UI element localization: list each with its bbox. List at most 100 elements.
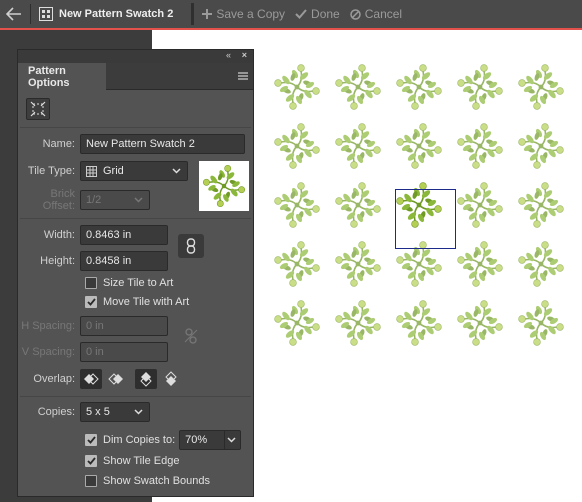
height-field[interactable]: 0.8458 in <box>80 251 168 271</box>
checkmark-icon <box>86 457 96 465</box>
copies-label: Copies: <box>37 406 75 418</box>
checkmark-icon <box>86 298 96 306</box>
brick-offset-label: Brick Offset: <box>42 188 75 212</box>
done-label: Done <box>311 7 340 21</box>
size-tile-label: Size Tile to Art <box>103 277 174 289</box>
overlap-right-in-front-button[interactable] <box>105 369 127 389</box>
pattern-tile-copy <box>514 119 568 173</box>
plus-icon <box>202 9 213 19</box>
overlap-left-icon <box>84 373 99 385</box>
pattern-tile-copy <box>331 296 385 350</box>
spacing-link-button[interactable] <box>183 328 199 344</box>
grid-icon <box>86 165 97 177</box>
h-spacing-field[interactable]: 0 in <box>80 316 168 336</box>
dim-copies-value: 70% <box>185 434 208 446</box>
pattern-tile-copy <box>453 119 507 173</box>
size-tile-checkbox[interactable]: Size Tile to Art <box>85 277 173 289</box>
save-a-copy-button[interactable]: Save a Copy <box>202 7 285 21</box>
brick-offset-dropdown[interactable]: 1/2 <box>80 190 150 210</box>
panel-titlebar[interactable]: « × <box>18 50 253 63</box>
pattern-tile-copy <box>514 60 568 114</box>
pattern-tile-edge[interactable] <box>395 189 456 249</box>
divider <box>20 396 251 397</box>
link-proportions-button[interactable] <box>178 234 204 258</box>
dim-copies-box[interactable] <box>85 434 97 446</box>
show-tile-edge-box[interactable] <box>85 455 97 467</box>
pattern-tile-copy <box>453 237 507 291</box>
v-spacing-field[interactable]: 0 in <box>80 342 168 362</box>
pattern-tile-tool-button[interactable] <box>26 98 50 120</box>
chevron-down-icon <box>134 197 143 203</box>
dim-copies-dropdown[interactable]: 70% <box>179 430 242 450</box>
overlap-top-in-front-button[interactable] <box>135 369 157 389</box>
overlap-top-icon <box>140 372 152 387</box>
show-swatch-bounds-box[interactable] <box>85 475 97 487</box>
tile-preview <box>199 161 249 211</box>
pattern-tile-copy <box>331 178 385 232</box>
divider <box>20 218 251 219</box>
v-spacing-label: V Spacing: <box>21 346 75 358</box>
pattern-tile-copy <box>453 296 507 350</box>
show-swatch-bounds-checkbox[interactable]: Show Swatch Bounds <box>85 475 210 487</box>
dim-copies-row: Dim Copies to: 70% <box>85 430 242 450</box>
move-tile-checkbox[interactable]: Move Tile with Art <box>85 296 189 308</box>
overlap-right-icon <box>108 373 123 385</box>
pattern-editing-bar: New Pattern Swatch 2 Save a Copy Done Ca… <box>0 0 582 28</box>
pattern-options-panel: « × Pattern Options Name: New Pattern Sw… <box>17 49 254 497</box>
size-tile-box[interactable] <box>85 277 97 289</box>
width-label: Width: <box>43 229 75 241</box>
width-row: Width: 0.8463 in <box>18 225 168 245</box>
pattern-tile-copy <box>270 296 324 350</box>
back-arrow-icon <box>6 7 21 21</box>
pattern-tile-copy <box>453 60 507 114</box>
show-swatch-bounds-label: Show Swatch Bounds <box>103 475 211 487</box>
tile-type-dropdown[interactable]: Grid <box>80 161 188 181</box>
tile-type-label: Tile Type: <box>27 165 75 177</box>
move-tile-box[interactable] <box>85 296 97 308</box>
name-row: Name: New Pattern Swatch 2 <box>18 134 245 154</box>
checkmark-icon <box>295 9 307 19</box>
dim-copies-checkbox[interactable]: Dim Copies to: <box>85 434 175 446</box>
height-row: Height: 0.8458 in <box>18 251 168 271</box>
unlink-icon <box>184 328 198 344</box>
pattern-tile-copy <box>270 237 324 291</box>
pattern-tile-copy <box>331 60 385 114</box>
h-spacing-row: H Spacing: 0 in <box>18 316 168 336</box>
brick-offset-value: 1/2 <box>86 194 102 206</box>
pattern-tile-copy <box>392 60 446 114</box>
overlap-row: Overlap: <box>18 369 182 389</box>
cancel-icon <box>349 8 361 20</box>
copies-value: 5 x 5 <box>86 406 110 418</box>
chevron-down-icon <box>172 168 181 174</box>
pattern-tile-copy <box>270 60 324 114</box>
pattern-tile-copy <box>270 178 324 232</box>
close-icon[interactable]: × <box>242 50 247 60</box>
save-a-copy-label: Save a Copy <box>216 7 286 21</box>
pattern-tile-tool-icon <box>30 101 46 117</box>
pattern-tile-copy <box>331 237 385 291</box>
overlap-left-in-front-button[interactable] <box>80 369 102 389</box>
overlap-bottom-in-front-button[interactable] <box>160 369 182 389</box>
exit-pattern-mode-button[interactable] <box>0 0 28 28</box>
toolbar-divider <box>191 3 195 25</box>
show-tile-edge-checkbox[interactable]: Show Tile Edge <box>85 455 179 467</box>
panel-menu-icon[interactable] <box>237 70 249 82</box>
pattern-tile-copy <box>392 119 446 173</box>
chevron-down-icon <box>227 437 236 443</box>
link-icon <box>186 238 196 254</box>
overlap-label: Overlap: <box>33 373 75 385</box>
cancel-button[interactable]: Cancel <box>349 7 403 21</box>
chevron-down-icon <box>134 409 143 415</box>
pattern-title-text: New Pattern Swatch 2 <box>59 8 174 20</box>
width-field[interactable]: 0.8463 in <box>80 225 168 245</box>
h-spacing-label: H Spacing: <box>21 320 75 332</box>
cancel-label: Cancel <box>364 7 403 21</box>
name-label: Name: <box>42 138 75 150</box>
copies-dropdown[interactable]: 5 x 5 <box>80 402 150 422</box>
tab-pattern-options[interactable]: Pattern Options <box>18 63 106 90</box>
done-button[interactable]: Done <box>295 7 340 21</box>
divider <box>20 127 251 128</box>
name-field[interactable]: New Pattern Swatch 2 <box>80 134 245 154</box>
dim-copies-label: Dim Copies to: <box>103 434 176 446</box>
collapse-icon[interactable]: « <box>226 50 231 60</box>
